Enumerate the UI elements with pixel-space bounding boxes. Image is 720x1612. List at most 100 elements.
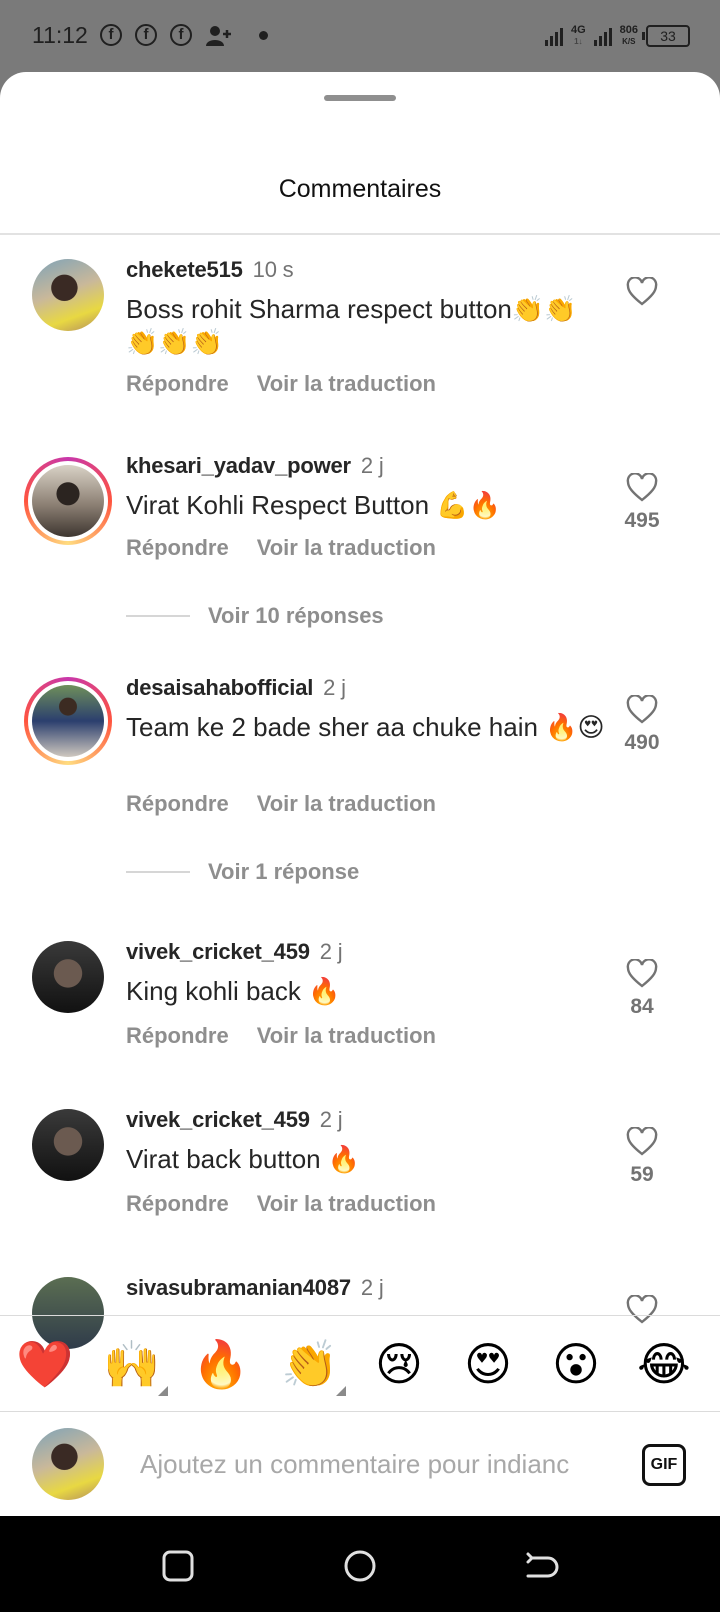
- facebook-icon: f: [170, 24, 192, 46]
- comment-username[interactable]: desaisahabofficial: [126, 675, 313, 700]
- replies-line: [126, 615, 190, 617]
- emoji-raised-hands[interactable]: 🙌: [102, 1334, 168, 1396]
- emoji-surprised[interactable]: 😮: [546, 1334, 606, 1394]
- comment-input[interactable]: [140, 1442, 610, 1486]
- heart-icon: [626, 1127, 658, 1156]
- recent-apps-icon[interactable]: [158, 1546, 198, 1586]
- like-button[interactable]: 84: [622, 959, 662, 1019]
- heart-icon: [626, 959, 658, 988]
- heart-icon: [626, 695, 658, 724]
- like-button[interactable]: 490: [622, 695, 662, 755]
- heart-icon: [626, 277, 658, 306]
- comment-actions: Répondre Voir la traduction: [126, 1023, 464, 1049]
- network-type: 4G 1↓: [570, 24, 586, 47]
- comment-time: 2 j: [319, 939, 343, 964]
- comment-username[interactable]: vivek_cricket_459: [126, 939, 310, 964]
- translate-button[interactable]: Voir la traduction: [257, 535, 436, 560]
- emoji-quick-bar: ❤️ 🙌 🔥 👏 😢 😍 😮 😂: [0, 1316, 720, 1411]
- facebook-icon: f: [135, 24, 157, 46]
- comment-username[interactable]: sivasubramanian4087: [126, 1275, 351, 1300]
- view-replies-button[interactable]: Voir 1 réponse: [126, 857, 359, 887]
- like-button[interactable]: [622, 277, 662, 313]
- emoji-clap[interactable]: 👏: [280, 1334, 346, 1396]
- avatar-story-ring[interactable]: [24, 457, 112, 545]
- comment-item: khesari_yadav_power 2 j Virat Kohli Respe…: [0, 435, 720, 665]
- comment-text: Virat back button 🔥: [126, 1144, 361, 1174]
- status-bar: 11:12 f f f 4G 1↓ 806 K/S 33: [0, 0, 720, 72]
- emoji-laughing[interactable]: 😂: [634, 1334, 694, 1394]
- comment-text: Virat Kohli Respect Button 💪🔥: [126, 490, 501, 520]
- back-icon[interactable]: [520, 1546, 560, 1586]
- home-icon[interactable]: [340, 1546, 380, 1586]
- reply-button[interactable]: Répondre: [126, 1191, 229, 1216]
- view-replies-label: Voir 10 réponses: [208, 603, 384, 628]
- comment-time: 2 j: [360, 1275, 384, 1300]
- comment-username-line: khesari_yadav_power 2 j: [126, 453, 384, 479]
- comment-actions: Répondre Voir la traduction: [126, 371, 464, 397]
- comment-username-line: sivasubramanian4087 2 j: [126, 1275, 384, 1301]
- translate-button[interactable]: Voir la traduction: [257, 791, 436, 816]
- reply-button[interactable]: Répondre: [126, 535, 229, 560]
- like-button[interactable]: 495: [622, 473, 662, 533]
- signal-icon-2: [593, 26, 612, 46]
- battery-icon: 33: [642, 25, 690, 47]
- comment-composer: GIF: [0, 1412, 720, 1516]
- emoji-heart-eyes[interactable]: 😍: [458, 1334, 518, 1394]
- skin-tone-indicator: [336, 1386, 346, 1396]
- comment-time: 2 j: [360, 453, 384, 478]
- signal-icon: [544, 26, 563, 46]
- comment-actions: Répondre Voir la traduction: [126, 791, 464, 817]
- network-speed: 806 K/S: [619, 24, 638, 47]
- emoji-crying[interactable]: 😢: [369, 1334, 429, 1394]
- like-count: 495: [624, 509, 660, 532]
- comment-username-line: vivek_cricket_459 2 j: [126, 939, 343, 965]
- status-time: 11:12: [32, 22, 88, 48]
- comment-username[interactable]: khesari_yadav_power: [126, 453, 351, 478]
- comment-actions: Répondre Voir la traduction: [126, 535, 464, 561]
- translate-button[interactable]: Voir la traduction: [257, 371, 436, 396]
- reply-button[interactable]: Répondre: [126, 1023, 229, 1048]
- drag-handle[interactable]: [324, 95, 396, 101]
- reply-button[interactable]: Répondre: [126, 791, 229, 816]
- avatar[interactable]: [32, 941, 104, 1013]
- comment-time: 2 j: [319, 1107, 343, 1132]
- more-notifications-dot: [259, 31, 268, 40]
- heart-icon: [626, 473, 658, 502]
- battery-level: 33: [660, 28, 676, 44]
- comment-item: vivek_cricket_459 2 j Virat back button 🔥…: [0, 1083, 720, 1253]
- comment-username-line: chekete515 10 s: [126, 257, 294, 283]
- gif-button[interactable]: GIF: [642, 1444, 686, 1486]
- comment-item: chekete515 10 s Boss rohit Sharma respect…: [0, 235, 720, 435]
- comment-time: 2 j: [323, 675, 346, 700]
- replies-line: [126, 871, 190, 873]
- comment-username[interactable]: chekete515: [126, 257, 243, 282]
- sheet-title: Commentaires: [278, 175, 442, 203]
- facebook-icon: f: [100, 24, 122, 46]
- system-nav-bar: [0, 1516, 720, 1612]
- comment-text: King kohli back 🔥: [126, 976, 341, 1006]
- view-replies-button[interactable]: Voir 10 réponses: [126, 601, 384, 631]
- comment-text: Boss rohit Sharma respect button👏👏👏👏👏: [126, 294, 577, 357]
- composer-avatar: [32, 1428, 104, 1500]
- avatar[interactable]: [32, 259, 104, 331]
- skin-tone-indicator: [158, 1386, 168, 1396]
- emoji-fire[interactable]: 🔥: [191, 1334, 251, 1394]
- status-right: 4G 1↓ 806 K/S 33: [544, 22, 690, 50]
- add-contact-icon: [206, 26, 231, 46]
- comment-item: desaisahabofficial 2 j Team ke 2 bade she…: [0, 659, 720, 919]
- emoji-heart[interactable]: ❤️: [15, 1334, 75, 1394]
- avatar[interactable]: [32, 1109, 104, 1181]
- comment-time: 10 s: [252, 257, 294, 282]
- comment-username[interactable]: vivek_cricket_459: [126, 1107, 310, 1132]
- comment-item: vivek_cricket_459 2 j King kohli back 🔥 R…: [0, 915, 720, 1085]
- comments-list[interactable]: chekete515 10 s Boss rohit Sharma respect…: [0, 235, 720, 1387]
- translate-button[interactable]: Voir la traduction: [257, 1191, 436, 1216]
- comment-username-line: desaisahabofficial 2 j: [126, 675, 346, 701]
- view-replies-label: Voir 1 réponse: [208, 859, 360, 884]
- reply-button[interactable]: Répondre: [126, 371, 229, 396]
- avatar-story-ring[interactable]: [24, 677, 112, 765]
- like-button[interactable]: 59: [622, 1127, 662, 1187]
- comment-username-line: vivek_cricket_459 2 j: [126, 1107, 343, 1133]
- translate-button[interactable]: Voir la traduction: [257, 1023, 436, 1048]
- comment-text: Team ke 2 bade sher aa chuke hain 🔥😍: [126, 712, 605, 742]
